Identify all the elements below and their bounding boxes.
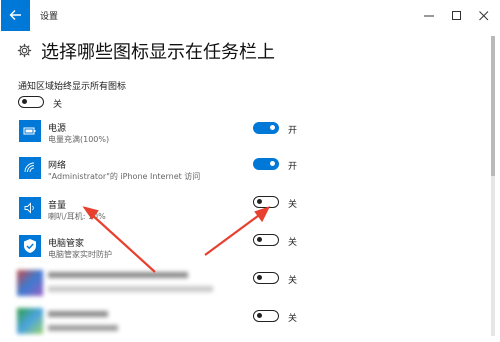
arrow-to-toggle (204, 212, 263, 256)
annotation-arrows (82, 206, 271, 273)
arrow-to-volume (90, 213, 156, 273)
arrow-head (254, 206, 271, 223)
